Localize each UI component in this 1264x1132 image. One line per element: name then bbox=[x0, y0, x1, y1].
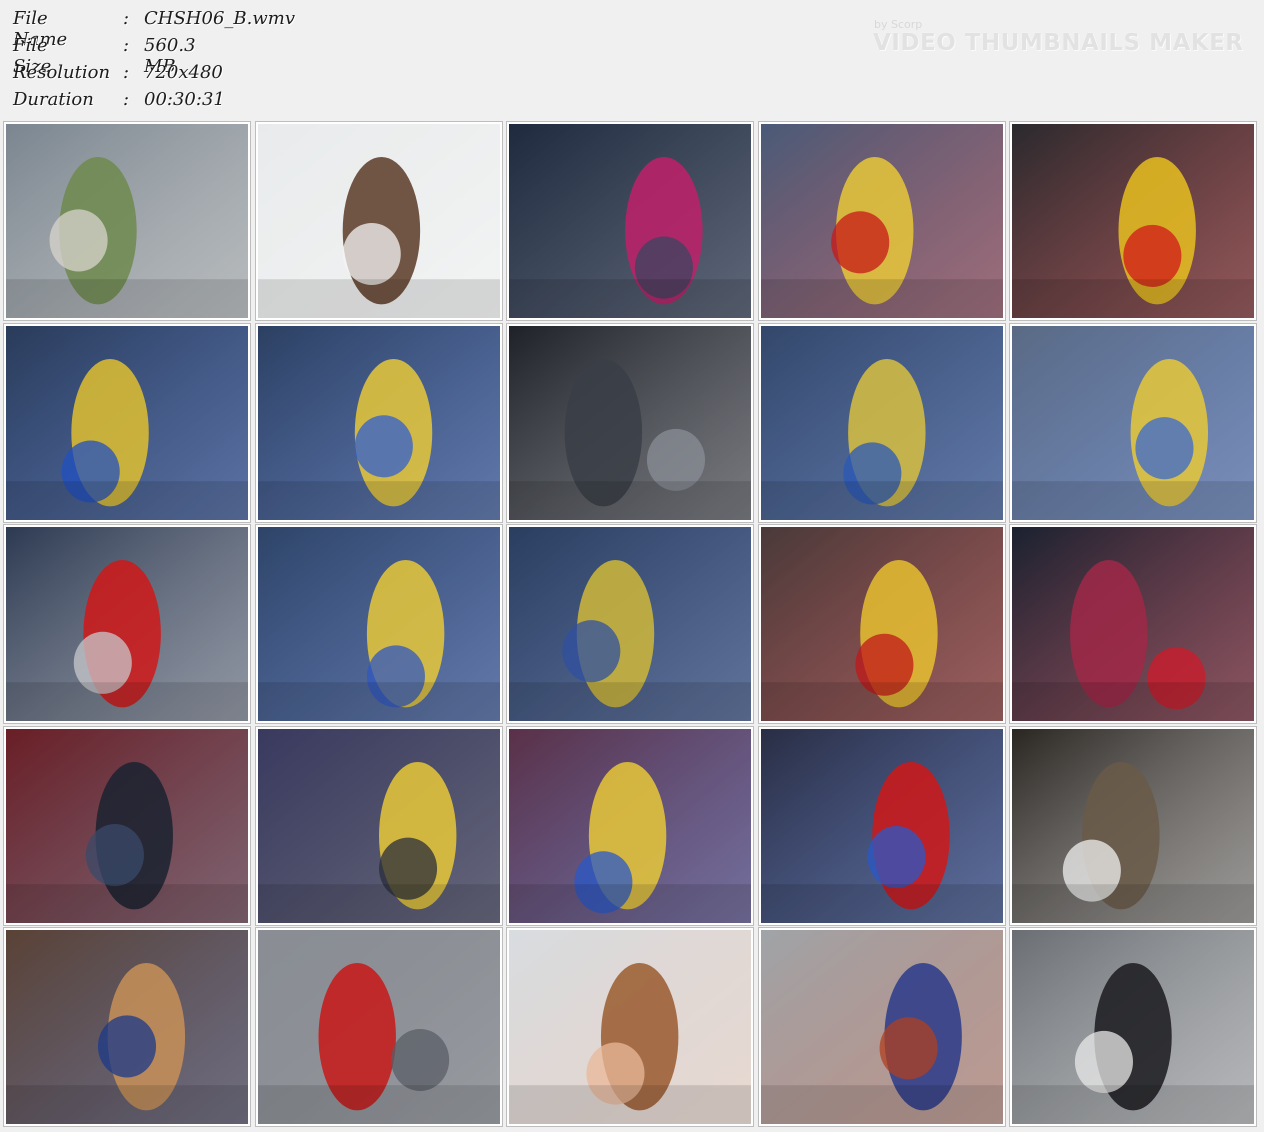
thumbnail-street-masks bbox=[1009, 927, 1257, 1127]
thumbnail-villain-dark bbox=[506, 323, 754, 523]
thumbnail-credits-sunset bbox=[1009, 726, 1257, 926]
thumbnail-image bbox=[1012, 527, 1254, 721]
thumbnail-heroine-standing bbox=[506, 524, 754, 724]
thumbnail-image bbox=[1012, 930, 1254, 1124]
thumbnail-image bbox=[761, 124, 1003, 318]
thumbnail-image bbox=[6, 124, 248, 318]
brand-watermark: by Scorp VIDEO THUMBNAILS MAKER bbox=[873, 18, 1253, 55]
thumbnail-ng-woman-profile bbox=[506, 927, 754, 1127]
duration-value: 00:30:31 bbox=[144, 89, 225, 110]
separator: : bbox=[123, 62, 130, 83]
thumbnail-image bbox=[509, 729, 751, 923]
thumbnail-heroine-restrained bbox=[758, 121, 1006, 321]
thumbnail-image bbox=[761, 527, 1003, 721]
thumbnail-face-credits bbox=[3, 927, 251, 1127]
thumbnail-tower-road bbox=[3, 121, 251, 321]
duration-label: Duration bbox=[13, 89, 94, 110]
thumbnail-legs-red-boots bbox=[3, 524, 251, 724]
resolution-label: Resolution bbox=[13, 62, 111, 83]
thumbnail-image bbox=[509, 527, 751, 721]
thumbnail-fight-curtain bbox=[255, 726, 503, 926]
thumbnail-two-women-sky bbox=[255, 121, 503, 321]
thumbnail-close-up-struggle bbox=[1009, 121, 1257, 321]
thumbnail-image bbox=[258, 527, 500, 721]
thumbnail-image bbox=[1012, 326, 1254, 520]
thumbnail-image bbox=[761, 930, 1003, 1124]
thumbnail-heroine-arms-up bbox=[3, 323, 251, 523]
thumbnail-heroine-tentacles bbox=[255, 524, 503, 724]
thumbnail-black-monster-curtain bbox=[3, 726, 251, 926]
thumbnail-image bbox=[258, 326, 500, 520]
resolution-value: 720x480 bbox=[144, 62, 223, 83]
thumbnail-image bbox=[6, 527, 248, 721]
thumbnail-pink-hood bbox=[506, 121, 754, 321]
thumbnail-image bbox=[509, 124, 751, 318]
thumbnail-image bbox=[6, 930, 248, 1124]
thumbnail-image bbox=[6, 326, 248, 520]
thumbnail-heroine-blue-arm bbox=[506, 726, 754, 926]
thumbnail-image bbox=[509, 326, 751, 520]
thumbnail-heroine-suspended bbox=[255, 323, 503, 523]
thumbnail-image bbox=[761, 729, 1003, 923]
thumbnail-villain-goggles bbox=[1009, 524, 1257, 724]
thumbnail-image bbox=[6, 729, 248, 923]
separator: : bbox=[123, 8, 130, 29]
thumbnail-heroine-hanging bbox=[758, 323, 1006, 523]
thumbnail-three-heroines bbox=[758, 726, 1006, 926]
thumbnail-image bbox=[258, 930, 500, 1124]
thumbnail-image bbox=[1012, 729, 1254, 923]
thumbnail-image bbox=[1012, 124, 1254, 318]
thumbnail-kneeling-tentacles bbox=[758, 524, 1006, 724]
thumbnail-image bbox=[761, 326, 1003, 520]
thumbnail-red-monster-factory bbox=[255, 927, 503, 1127]
thumbnail-image bbox=[509, 930, 751, 1124]
thumbnail-image bbox=[258, 729, 500, 923]
file-name-value: CHSH06_B.wmv bbox=[144, 8, 295, 29]
thumbnail-image bbox=[258, 124, 500, 318]
separator: : bbox=[123, 35, 130, 56]
separator: : bbox=[123, 89, 130, 110]
brand-name: VIDEO THUMBNAILS MAKER bbox=[873, 30, 1244, 56]
thumbnail-suit-close-up bbox=[1009, 323, 1257, 523]
thumbnail-blue-truck bbox=[758, 927, 1006, 1127]
